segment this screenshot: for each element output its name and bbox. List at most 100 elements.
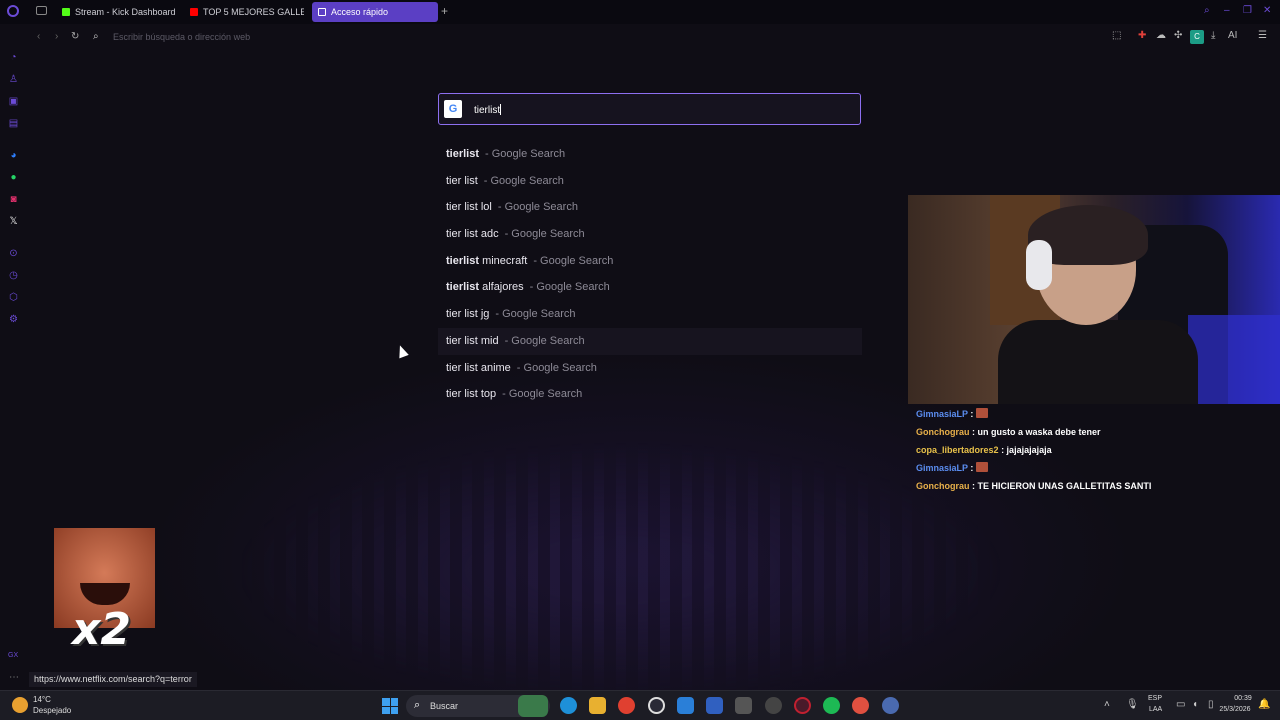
news-icon[interactable]: ▤ — [8, 118, 19, 129]
search-highlight-icon[interactable] — [518, 695, 548, 717]
language-indicator[interactable]: ESP — [1148, 695, 1162, 702]
search-tabs-icon[interactable]: ⌕ — [1204, 5, 1210, 16]
volume-icon[interactable]: ◖ — [1192, 699, 1198, 710]
extension-red-icon[interactable]: ✚ — [1138, 30, 1146, 41]
chat-username: copa_libertadores2 — [916, 445, 999, 455]
address-input[interactable]: Escribir búsqueda o dirección web — [113, 32, 250, 42]
tab-quick-access[interactable]: Acceso rápido — [312, 2, 438, 22]
notification-bell-icon[interactable]: 🔔 — [1258, 699, 1270, 710]
suggestion-text: alfajores — [479, 281, 524, 294]
weather-temp[interactable]: 14°C — [33, 695, 51, 704]
workspaces-icon[interactable] — [36, 6, 47, 15]
whatsapp-icon[interactable]: ● — [8, 172, 19, 183]
stream-chat: GimnasiaLP : Gonchograu : un gusto a was… — [916, 405, 1266, 495]
edge-icon[interactable] — [560, 697, 577, 714]
microphone-icon[interactable]: 🎙 — [1126, 699, 1139, 710]
tab-label: Acceso rápido — [331, 7, 389, 17]
clock-date[interactable]: 25/3/2026 — [1212, 706, 1258, 713]
new-tab-button[interactable]: + — [441, 4, 448, 18]
player-icon[interactable]: ⊙ — [8, 248, 19, 259]
webcam-overlay — [908, 195, 1280, 404]
app-grey-icon[interactable] — [735, 697, 752, 714]
spotify-icon[interactable] — [823, 697, 840, 714]
aria-ai-button[interactable]: AI — [1228, 30, 1237, 41]
suggestion-item[interactable]: tier list - Google Search — [438, 168, 862, 195]
suggestion-source: - Google Search — [497, 201, 578, 214]
text-caret — [500, 104, 502, 115]
suggestion-item[interactable]: tier list lol - Google Search — [438, 194, 862, 221]
suggestion-source: - Google Search — [529, 281, 610, 294]
store-icon[interactable] — [706, 697, 723, 714]
snapshot-icon[interactable]: ⬚ — [1112, 30, 1121, 41]
language-layout[interactable]: LAA — [1149, 706, 1162, 713]
suggestion-item[interactable]: tierlist minecraft - Google Search — [438, 248, 862, 275]
webcam-light — [1188, 315, 1280, 404]
grid-icon — [318, 8, 326, 16]
weather-moon-icon[interactable] — [12, 697, 28, 713]
suggestion-text: tier list lol — [446, 201, 492, 214]
settings-icon[interactable]: ⚙ — [8, 314, 19, 325]
back-icon[interactable]: ‹ — [37, 31, 40, 42]
history-icon[interactable]: ◷ — [8, 270, 19, 281]
twitch-icon[interactable]: ▣ — [8, 96, 19, 107]
gx-corner-icon[interactable]: ♙ — [8, 74, 19, 85]
opera-gx-icon[interactable] — [794, 697, 811, 714]
suggestion-item[interactable]: tier list top - Google Search — [438, 381, 862, 408]
download-icon[interactable]: ⤓ — [1211, 30, 1215, 41]
chat-message: copa_libertadores2 : jajajajajaja — [916, 441, 1266, 459]
settings-gear-icon[interactable] — [882, 697, 899, 714]
more-icon[interactable]: ⋯ — [9, 672, 19, 683]
app-blue-icon[interactable] — [677, 697, 694, 714]
profile-avatar[interactable]: C — [1190, 30, 1204, 44]
search-input[interactable]: tierlist — [474, 105, 500, 116]
suggestion-item[interactable]: tierlist alfajores - Google Search — [438, 274, 862, 301]
x-twitter-icon[interactable]: 𝕏 — [8, 216, 19, 227]
menu-icon[interactable]: ☰ — [1258, 30, 1267, 41]
chrome-icon[interactable] — [618, 697, 635, 714]
file-explorer-icon[interactable] — [589, 697, 606, 714]
minimize-icon[interactable]: – — [1224, 5, 1230, 16]
restore-icon[interactable]: ❐ — [1243, 5, 1252, 16]
tab-youtube-video[interactable]: TOP 5 MEJORES GALLET — [184, 2, 304, 22]
suggestion-item[interactable]: tierlist - Google Search — [438, 141, 862, 168]
status-url: https://www.netflix.com/search?q=terror — [29, 672, 197, 687]
opera-logo-icon[interactable] — [7, 5, 19, 17]
suggestion-item-hovered[interactable]: tier list mid - Google Search — [438, 327, 862, 355]
clock-time[interactable]: 00:39 — [1228, 695, 1258, 702]
headphones-icon — [1026, 240, 1052, 290]
forward-icon[interactable]: › — [55, 31, 58, 42]
close-icon[interactable]: ✕ — [1263, 5, 1271, 16]
extensions-icon[interactable]: ✣ — [1174, 30, 1182, 41]
extensions-sidebar-icon[interactable]: ⬡ — [8, 292, 19, 303]
chevron-up-icon[interactable]: ˄ — [1104, 699, 1110, 710]
gx-control-icon[interactable]: ◔ — [8, 52, 19, 63]
tab-label: TOP 5 MEJORES GALLET — [203, 7, 304, 17]
suggestion-item[interactable]: tier list adc - Google Search — [438, 221, 862, 248]
reload-icon[interactable]: ↻ — [71, 31, 79, 42]
suggestion-text: tier list — [446, 174, 478, 187]
steam-icon[interactable] — [648, 697, 665, 714]
suggestion-match: tierlist — [446, 281, 480, 294]
suggestion-text: tier list mid — [446, 334, 499, 347]
suggestion-source: - Google Search — [502, 388, 583, 401]
messenger-icon[interactable]: ◕ — [8, 150, 19, 161]
gx-label: GX — [8, 652, 19, 659]
google-icon: G — [444, 100, 462, 118]
colorful-app-icon[interactable] — [852, 697, 869, 714]
suggestion-item[interactable]: tier list jg - Google Search — [438, 301, 862, 328]
extension-cloud-icon[interactable]: ☁ — [1156, 30, 1166, 41]
search-suggestions: tierlist - Google Search tier list - Googl… — [438, 141, 862, 408]
speed-dial-search[interactable]: G tierlist — [438, 93, 861, 125]
windows-taskbar: 14°C Despejado ⌕ Buscar ˄ 🎙 ESP LAA ▭ ◖ … — [0, 690, 1280, 720]
instagram-icon[interactable]: ◙ — [8, 194, 19, 205]
youtube-icon — [190, 8, 198, 16]
address-bar: ‹ › ↻ ⌕ Escribir búsqueda o dirección we… — [28, 28, 1280, 48]
network-icon[interactable]: ▭ — [1176, 699, 1185, 710]
suggestion-source: - Google Search — [533, 254, 614, 267]
tab-kick-dashboard[interactable]: Stream - Kick Dashboard — [56, 2, 176, 22]
weather-desc[interactable]: Despejado — [33, 706, 71, 715]
suggestion-item[interactable]: tier list anime - Google Search — [438, 355, 862, 382]
discord-icon[interactable] — [765, 697, 782, 714]
suggestion-source: - Google Search — [504, 228, 585, 241]
windows-start-icon[interactable] — [382, 698, 398, 714]
